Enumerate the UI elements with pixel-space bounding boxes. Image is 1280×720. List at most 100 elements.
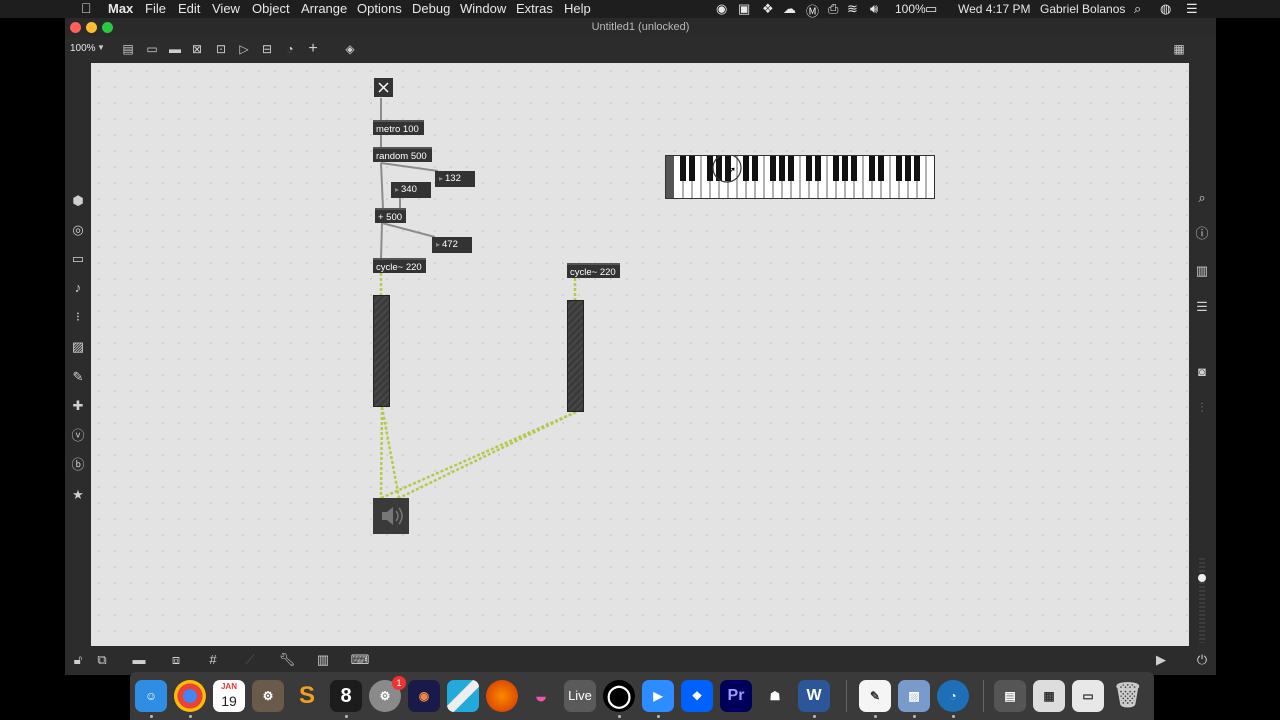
play-icon[interactable]: ▶ [1151, 650, 1171, 670]
console-icon[interactable]: ▬ [129, 650, 149, 670]
keyboard-icon[interactable]: ⌨ [350, 650, 370, 670]
max-app-icon[interactable]: 8 [330, 680, 362, 712]
patch-cord[interactable] [380, 222, 383, 260]
metro-object[interactable]: metro 100 [373, 120, 424, 135]
new-comment-icon[interactable]: ▬ [167, 41, 183, 57]
new-dial-icon[interactable]: ◔ [282, 41, 298, 57]
patch-cord[interactable] [380, 162, 439, 172]
menu-object[interactable]: Object [252, 1, 290, 16]
mask-app-icon[interactable]: ☗ [759, 680, 791, 712]
target-icon[interactable]: ◎ [68, 220, 88, 240]
menu-options[interactable]: Options [357, 1, 402, 16]
dropbox-status-icon[interactable]: ❖ [762, 1, 774, 17]
strip-icon[interactable]: ▭ [68, 249, 88, 269]
b-circle-icon[interactable]: ⓑ [68, 455, 88, 475]
new-slider-icon[interactable]: ⊟ [259, 41, 275, 57]
toggle-object[interactable] [374, 78, 393, 97]
dropbox-icon[interactable]: ❖ [681, 680, 713, 712]
image-icon[interactable]: ▨ [68, 337, 88, 357]
wrench-icon[interactable]: 🔧︎ [277, 650, 297, 670]
creative-cloud-icon[interactable]: ☁ [783, 1, 796, 17]
gain-slider-left[interactable] [373, 295, 390, 407]
random-object[interactable]: random 500 [373, 147, 432, 162]
word-icon[interactable]: W [798, 680, 830, 712]
new-number-icon[interactable]: ▷ [236, 41, 252, 57]
list-icon[interactable]: ☰ [1192, 297, 1212, 317]
patch-cord[interactable] [381, 222, 436, 238]
search-icon[interactable]: ⌕ [1192, 188, 1212, 208]
lock-icon[interactable]: 🔓︎ [68, 650, 88, 670]
battery-icon[interactable]: ▭ [925, 1, 937, 17]
ezdac-object[interactable] [373, 498, 409, 534]
menu-file[interactable]: File [145, 1, 166, 16]
apple-icon[interactable]:  [81, 0, 92, 16]
presentation-grid-icon[interactable]: ▦ [1171, 41, 1187, 57]
add-object-icon[interactable]: + [305, 41, 321, 57]
siri-icon[interactable]: ◍ [1160, 1, 1171, 17]
mixer-icon[interactable]: ⫶ [1192, 398, 1212, 418]
clock[interactable]: Wed 4:17 PM [958, 2, 1030, 16]
new-object-icon[interactable]: ▤ [120, 41, 136, 57]
music-note-icon[interactable]: ♪ [68, 278, 88, 298]
printer-icon[interactable]: ⎙ [828, 1, 838, 17]
screen-icon[interactable]: ▣ [738, 1, 750, 17]
camera-icon[interactable]: ◙ [1192, 362, 1212, 382]
quicktime-icon[interactable]: ◔ [937, 680, 969, 712]
puzzle-icon[interactable]: ✚ [68, 396, 88, 416]
kslider-keyboard[interactable] [665, 153, 935, 199]
star-icon[interactable]: ★ [68, 485, 88, 505]
circle-app-icon[interactable]: ◯ [603, 680, 635, 712]
chrome-icon[interactable] [174, 680, 206, 712]
book-icon[interactable]: ▥ [1192, 261, 1212, 281]
menu-view[interactable]: View [212, 1, 240, 16]
presentation-icon[interactable]: ⧉ [92, 650, 112, 670]
testflight-icon[interactable] [447, 680, 479, 712]
menu-extras[interactable]: Extras [516, 1, 553, 16]
screenshots-stack-icon[interactable]: ▭ [1072, 680, 1104, 712]
snippet-icon[interactable]: ⁝ [68, 307, 88, 327]
package-icon[interactable]: ⬢ [68, 191, 88, 211]
number-box-472[interactable]: 472 [432, 237, 472, 253]
new-message-icon[interactable]: ▭ [144, 41, 160, 57]
layers-icon[interactable]: ⧈ [166, 650, 186, 670]
user-name[interactable]: Gabriel Bolanos [1040, 2, 1125, 16]
spotlight-icon[interactable]: ⌕ [1134, 1, 1141, 17]
piano-icon[interactable]: ▥ [313, 650, 333, 670]
menu-window[interactable]: Window [460, 1, 506, 16]
lips-app-icon[interactable]: ◒ [525, 680, 557, 712]
calendar-icon[interactable]: JAN 19 [213, 680, 245, 712]
downloads-stack-icon[interactable]: ▦ [1033, 680, 1065, 712]
sibelius-icon[interactable]: S [291, 680, 323, 712]
signal-cord[interactable] [379, 406, 384, 499]
record-icon[interactable]: ◉ [716, 1, 727, 17]
menu-debug[interactable]: Debug [412, 1, 450, 16]
menu-app-max[interactable]: Max [108, 1, 133, 16]
trash-icon[interactable]: 🗑︎ [1112, 680, 1144, 712]
new-toggle-icon[interactable]: ⊡ [213, 41, 229, 57]
number-box-132[interactable]: 132 [435, 171, 475, 187]
patcher-canvas[interactable]: metro 100 random 500 132 340 + 500 472 c… [91, 63, 1189, 646]
textedit-icon[interactable]: ✎ [859, 680, 891, 712]
notification-center-icon[interactable]: ☰ [1186, 1, 1198, 17]
zoom-chevron-down-icon[interactable]: ▼ [97, 43, 105, 52]
grid-icon[interactable]: # [203, 650, 223, 670]
patch-cord[interactable] [380, 162, 384, 210]
ableton-live-icon[interactable]: Live [564, 680, 596, 712]
new-button-icon[interactable]: ⊠ [189, 41, 205, 57]
audacity-icon[interactable]: ◉ [408, 680, 440, 712]
autopatch-icon[interactable]: ⟋ [240, 650, 260, 670]
zoom-app-icon[interactable]: ▶ [642, 680, 674, 712]
documents-folder-icon[interactable]: ▤ [994, 680, 1026, 712]
menu-edit[interactable]: Edit [178, 1, 200, 16]
zoom-level[interactable]: 100% [70, 43, 96, 54]
menu-arrange[interactable]: Arrange [301, 1, 347, 16]
wifi-icon[interactable]: ≋ [847, 1, 858, 17]
finder-icon[interactable]: ☺ [135, 680, 167, 712]
premiere-icon[interactable]: Pr [720, 680, 752, 712]
dsp-power-icon[interactable]: ⏻ [1192, 650, 1212, 670]
signal-cord[interactable] [380, 406, 401, 499]
cycle-object-right[interactable]: cycle~ 220 [567, 263, 620, 278]
cycle-object-left[interactable]: cycle~ 220 [373, 258, 426, 273]
format-paint-icon[interactable]: ◈ [342, 41, 358, 57]
paperclip-icon[interactable]: ✎ [68, 367, 88, 387]
